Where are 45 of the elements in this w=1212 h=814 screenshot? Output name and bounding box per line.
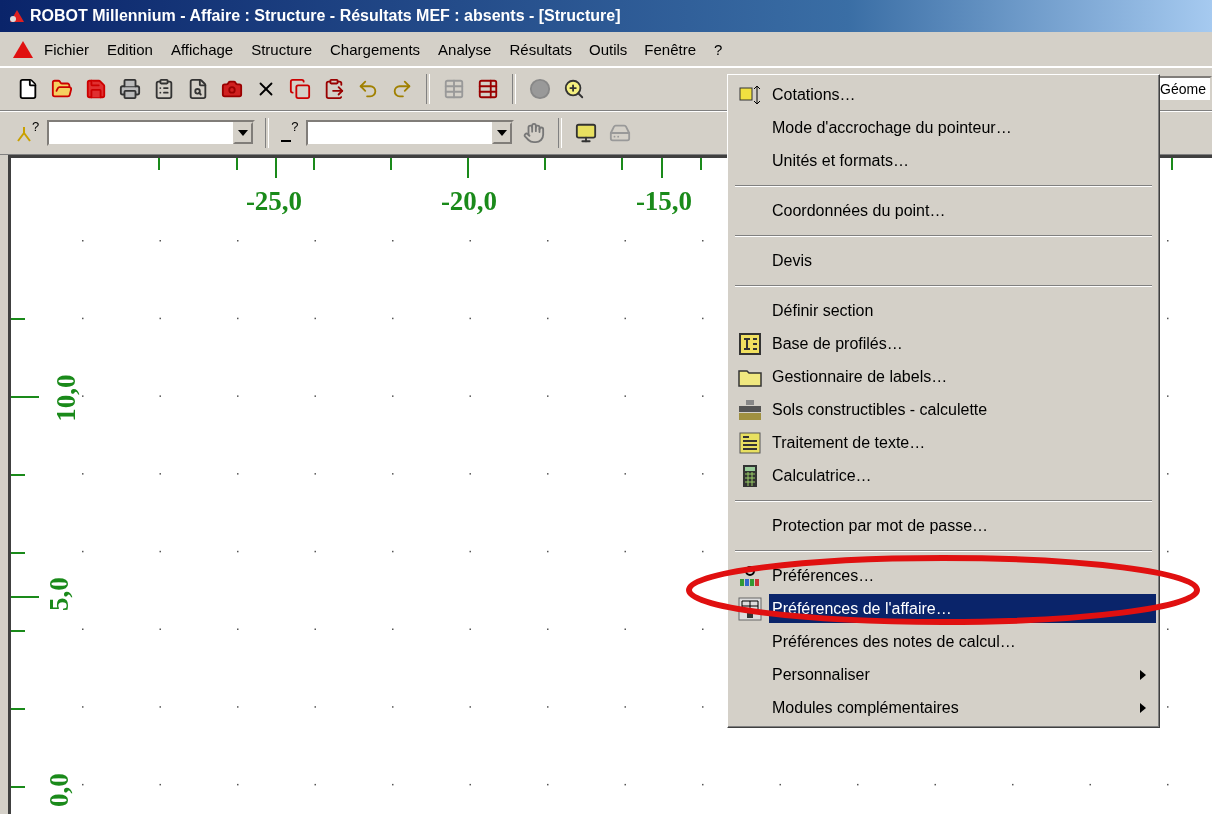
menu-option[interactable]: Personnaliser: [769, 660, 1156, 689]
menu-option[interactable]: Sols constructibles - calculette: [769, 395, 1156, 424]
menu-option[interactable]: Devis: [769, 246, 1156, 275]
menu-item[interactable]: Chargements: [322, 36, 429, 62]
submenu-arrow-icon: [1140, 669, 1146, 680]
profile-base-icon: [739, 332, 761, 355]
menu-item[interactable]: Edition: [99, 36, 161, 62]
menu-option[interactable]: Cotations…: [769, 80, 1156, 109]
axis-label: 10,0: [51, 374, 83, 422]
dropdown-arrow-icon: [497, 130, 508, 136]
menu-item[interactable]: Analyse: [430, 36, 500, 62]
menu-option[interactable]: Traitement de texte…: [769, 428, 1156, 457]
menu-option[interactable]: Base de profilés…: [769, 329, 1156, 358]
window-title: ROBOT Millennium - Affaire : Structure - Résultats MEF : absents - [Structure]: [30, 7, 621, 25]
menu-option[interactable]: Définir section: [769, 296, 1156, 325]
menu-item[interactable]: Affichage: [162, 36, 242, 62]
axis-label: 0,0: [44, 773, 76, 807]
calculator-icon: [742, 463, 758, 488]
axis-label: -25,0: [245, 186, 303, 217]
menu-item[interactable]: Structure: [243, 36, 321, 62]
menu-item[interactable]: Outils: [582, 37, 635, 61]
menu-option[interactable]: Préférences…: [769, 561, 1156, 590]
node-selector-field[interactable]: [47, 120, 256, 146]
menu-option[interactable]: Préférences des notes de calcul…: [769, 627, 1156, 656]
menu-option[interactable]: Mode d'accrochage du pointeur…: [769, 113, 1156, 142]
axis-label: -20,0: [440, 186, 498, 217]
bar-selector-field[interactable]: [306, 120, 515, 146]
app-logo-icon: [8, 8, 26, 24]
menu-item[interactable]: Fichier: [36, 36, 97, 62]
menu-option[interactable]: Gestionnaire de labels…: [769, 362, 1156, 391]
text-document-icon: [739, 431, 761, 454]
menu-option[interactable]: Coordonnées du point…: [769, 196, 1156, 225]
app-menu-icon[interactable]: [12, 39, 34, 59]
menu-item[interactable]: Fenêtre: [636, 36, 705, 62]
menu-option[interactable]: Protection par mot de passe…: [769, 511, 1156, 540]
menu-option[interactable]: Modules complémentaires: [769, 693, 1156, 722]
soil-layers-icon: [738, 398, 762, 421]
dropdown-arrow-icon: [238, 130, 249, 136]
axis-label: 5,0: [44, 577, 76, 611]
dimension-icon: [738, 83, 762, 106]
submenu-arrow-icon: [1140, 702, 1146, 713]
menu-item[interactable]: ?: [706, 36, 731, 62]
axis-label: -15,0: [635, 186, 693, 217]
menu-option[interactable]: Calculatrice…: [769, 461, 1156, 490]
menu-item[interactable]: Résultats: [501, 36, 580, 62]
